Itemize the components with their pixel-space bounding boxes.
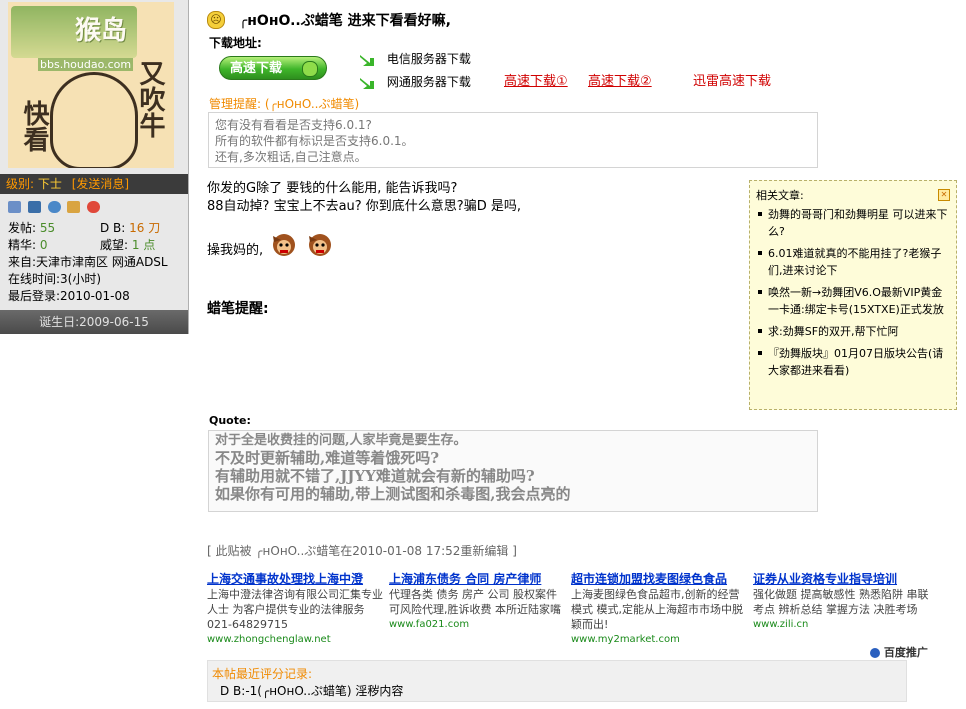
quote-box: 对于全是收费挂的问题,人家毕竟是要生存。 不及时更新辅助,难道等着饿死吗? 有辅… <box>208 430 818 512</box>
rating-title: 本帖最近评分记录: <box>212 667 313 681</box>
related-item[interactable]: 『劲舞版块』01月07日版块公告(请大家都进来看看) <box>758 345 950 379</box>
green-arrow-icon <box>360 77 374 89</box>
birthday-bar: 诞生日:2009-06-15 <box>0 310 188 334</box>
prestige-label: 威望: <box>100 238 129 252</box>
ad-url[interactable]: www.fa021.com <box>389 617 565 632</box>
level-value: 下士 <box>37 177 62 191</box>
ad-desc: 代理各类 债务 房产 公司 股权案件 可风险代理,胜诉收费 本所近陆家嘴 <box>389 588 561 616</box>
rating-entry: D B:-1(╭нOнO..ぷ蜡笔) 淫秽内容 <box>220 684 404 698</box>
thunder-download-link[interactable]: 迅雷高速下载 <box>693 70 771 89</box>
ad-item[interactable]: 上海浦东债务 合同 房产律师 代理各类 债务 房产 公司 股权案件 可风险代理,… <box>389 572 565 632</box>
avatar-text-left: 快看 <box>19 100 49 152</box>
doodle-face-drawing <box>50 72 138 168</box>
elite-label: 精华: <box>8 238 37 252</box>
fast-download-link-2[interactable]: 高速下载② <box>588 70 652 89</box>
fast-download-label: 高速下载 <box>230 61 283 76</box>
ad-url[interactable]: www.zili.cn <box>753 617 929 632</box>
document-icon[interactable] <box>27 201 41 213</box>
ad-title[interactable]: 上海交通事故处理找上海中澄 <box>207 572 383 587</box>
elite-value: 0 <box>39 238 48 252</box>
reminder-heading: 蜡笔提醒: <box>207 301 269 317</box>
ad-title[interactable]: 超市连锁加盟找麦图绿色食品 <box>571 572 747 587</box>
quote-line: 对于全是收费挂的问题,人家毕竟是要生存。 <box>215 433 467 448</box>
admin-notice-line: 您有没有看看是否支持6.0.1? <box>215 118 372 132</box>
ad-title[interactable]: 证券从业资格专业指导培训 <box>753 572 929 587</box>
ad-item[interactable]: 证券从业资格专业指导培训 强化做题 提高敏感性 熟悉陷阱 串联考点 辨析总结 掌… <box>753 572 929 632</box>
related-item[interactable]: 劲舞的哥哥门和劲舞明星 可以进来下么? <box>758 206 950 240</box>
related-item[interactable]: 6.01难道就真的不能用挂了?老猴子们,进来讨论下 <box>758 245 950 279</box>
netcom-server-download-link[interactable]: 网通服务器下载 <box>359 73 471 90</box>
qq-penguin-icon[interactable] <box>87 201 101 213</box>
quote-line: 不及时更新辅助,难道等着饿死吗? <box>215 449 440 467</box>
server-link-label: 电信服务器下载 <box>386 52 471 66</box>
angry-monkey-emoticon-icon <box>309 234 332 256</box>
ad-desc: 强化做题 提高敏感性 熟悉陷阱 串联考点 辨析总结 掌握方法 决胜考场 <box>753 588 929 616</box>
posts-label: 发帖: <box>8 221 37 235</box>
user-location: 来自:天津市津南区 网通ADSL <box>8 255 168 269</box>
online-time: 在线时间:3(小时) <box>8 272 102 286</box>
emoticon-line: 操我妈的, <box>207 228 335 258</box>
avatar[interactable]: 猴岛 bbs.houdao.com 快看 又吹牛 <box>8 2 174 168</box>
prestige-value: 1 点 <box>131 238 156 252</box>
server-link-label: 网通服务器下载 <box>386 75 471 89</box>
ad-url[interactable]: www.my2market.com <box>571 632 747 647</box>
related-title: 相关文章: <box>756 189 804 202</box>
avatar-text-right: 又吹牛 <box>135 60 165 138</box>
baidu-promotion-link[interactable]: 百度推广 <box>870 644 928 660</box>
download-arrow-icon <box>302 61 318 77</box>
ad-desc: 上海中澄法律咨询有限公司汇集专业人士 为客户提供专业的法律服务021-64829… <box>207 588 383 631</box>
admin-notice-line: 还有,多次粗话,自己注意点。 <box>215 150 367 164</box>
site-url-watermark: bbs.houdao.com <box>38 58 134 71</box>
ad-title[interactable]: 上海浦东债务 合同 房产律师 <box>389 572 565 587</box>
db-value: 16 刀 <box>129 221 161 235</box>
fast-download-link-1[interactable]: 高速下载① <box>504 70 568 89</box>
ad-desc: 上海麦图绿色食品超市,创新的经营模式 模式,定能从上海超市市场中脱颖而出! <box>571 588 743 631</box>
site-logo: 猴岛 <box>11 6 137 58</box>
baidu-paw-icon <box>870 648 880 658</box>
related-item[interactable]: 求:劲舞SF的双开,帮下忙阿 <box>758 323 950 340</box>
mail-icon[interactable] <box>67 201 81 213</box>
admin-notice-label: 管理提醒: (╭нOнO..ぷ蜡笔) <box>209 97 360 111</box>
post-title: ╭нOнO..ぷ蜡笔 进来下看看好嘛, <box>238 13 451 29</box>
user-info-panel: 猴岛 bbs.houdao.com 快看 又吹牛 级别: 下士 [发送消息] 发… <box>0 0 189 334</box>
level-label: 级别: <box>6 177 35 191</box>
post-title-row: ☹ ╭нOнO..ぷ蜡笔 进来下看看好嘛, <box>207 10 451 32</box>
user-level-bar: 级别: 下士 [发送消息] <box>0 174 188 194</box>
edit-note: [ 此贴被 ╭нOнO..ぷ蜡笔在2010-01-08 17:52重新编辑 ] <box>207 544 517 558</box>
posts-value: 55 <box>39 221 56 235</box>
quote-line: 如果你有可用的辅助,带上测试图和杀毒图,我会点亮的 <box>215 485 571 503</box>
green-arrow-icon <box>360 54 374 66</box>
ad-url[interactable]: www.zhongchenglaw.net <box>207 632 383 647</box>
user-action-icons <box>8 201 103 215</box>
admin-notice-box: 您有没有看看是否支持6.0.1? 所有的软件都有标识是否支持6.0.1。 还有,… <box>208 112 818 168</box>
ad-item[interactable]: 超市连锁加盟找麦图绿色食品 上海麦图绿色食品超市,创新的经营模式 模式,定能从上… <box>571 572 747 647</box>
rating-record-box: 本帖最近评分记录: D B:-1(╭нOнO..ぷ蜡笔) 淫秽内容 <box>207 660 907 702</box>
close-icon[interactable]: ✕ <box>938 189 950 201</box>
post-body: 你发的G除了 要钱的什么能用, 能告诉我吗? 88自动掉? 宝宝上不去au? 你… <box>207 180 747 216</box>
db-label: D B: <box>100 221 126 235</box>
angry-monkey-emoticon-icon <box>273 234 296 256</box>
telecom-server-download-link[interactable]: 电信服务器下载 <box>359 50 471 67</box>
send-message-link[interactable]: [发送消息] <box>72 177 129 191</box>
user-stats: 发帖: 55 D B: 16 刀 精华: 0 威望: 1 点 来自:天津市津南区… <box>8 220 184 305</box>
site-logo-text: 猴岛 <box>75 16 128 46</box>
quote-line: 有辅助用就不错了,JJYY难道就会有新的辅助吗? <box>215 467 535 485</box>
download-label: 下载地址: <box>209 36 262 50</box>
admin-notice-line: 所有的软件都有标识是否支持6.0.1。 <box>215 134 414 148</box>
ad-provider-label: 百度推广 <box>883 646 928 659</box>
last-login: 最后登录:2010-01-08 <box>8 289 130 303</box>
frown-face-icon: ☹ <box>207 11 225 29</box>
emoticon-text: 操我妈的, <box>207 243 264 258</box>
ad-item[interactable]: 上海交通事故处理找上海中澄 上海中澄法律咨询有限公司汇集专业人士 为客户提供专业… <box>207 572 383 647</box>
related-item[interactable]: 唤然一新→劲舞团V6.O最新VIP黄金一卡通:绑定卡号(15XTXE)正式发放 <box>758 284 950 318</box>
post-body-line: 你发的G除了 要钱的什么能用, 能告诉我吗? <box>207 181 458 196</box>
fast-download-button[interactable]: 高速下载 <box>219 56 327 80</box>
quote-label: Quote: <box>209 414 251 427</box>
related-articles-box: 相关文章: ✕ 劲舞的哥哥门和劲舞明星 可以进来下么? 6.01难道就真的不能用… <box>749 180 957 410</box>
post-body-line: 88自动掉? 宝宝上不去au? 你到底什么意思?骗D 是吗, <box>207 199 521 214</box>
profile-card-icon[interactable] <box>8 201 21 213</box>
related-list: 劲舞的哥哥门和劲舞明星 可以进来下么? 6.01难道就真的不能用挂了?老猴子们,… <box>756 206 950 379</box>
add-friend-icon[interactable] <box>47 201 61 213</box>
